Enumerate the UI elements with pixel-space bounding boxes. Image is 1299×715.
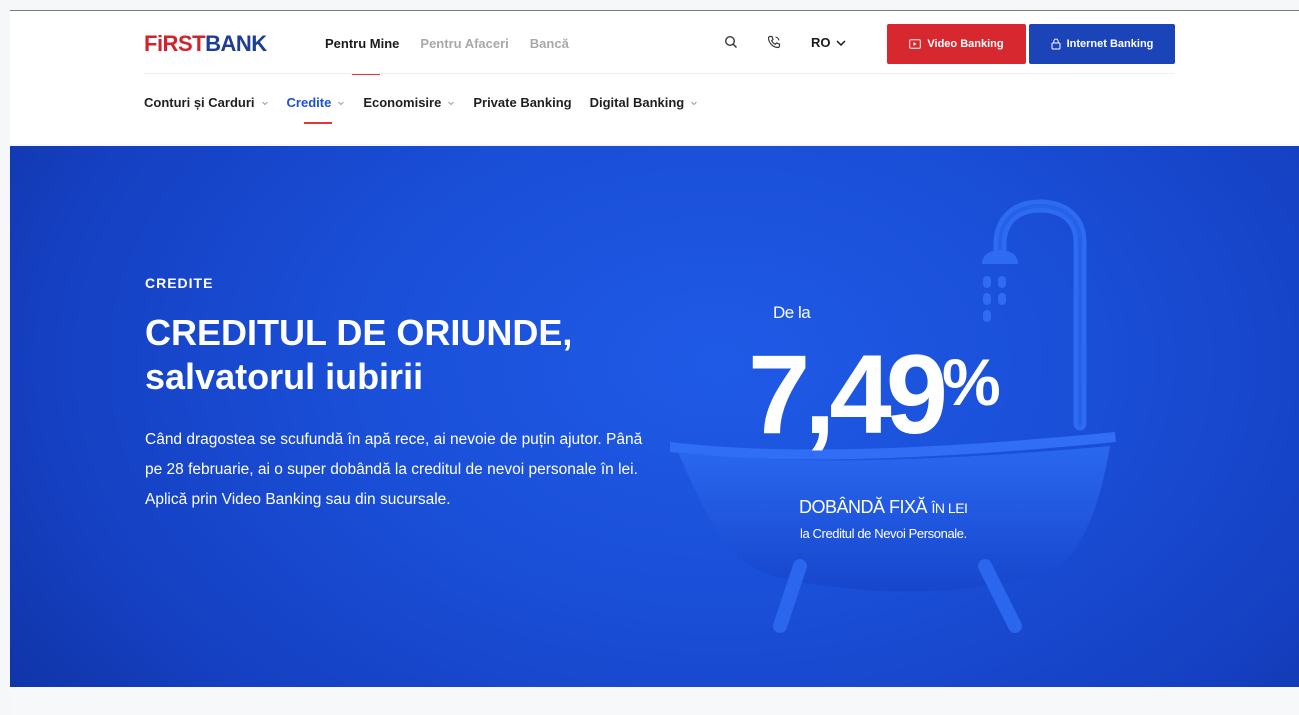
main-nav-pentru-afaceri[interactable]: Pentru Afaceri	[420, 35, 508, 53]
sub-nav: Conturi și Carduri Credite Economisire P…	[144, 94, 699, 124]
video-icon	[909, 39, 922, 49]
main-nav: Pentru Mine Pentru Afaceri Bancă	[325, 35, 569, 75]
sub-nav-label: Economisire	[363, 95, 442, 110]
hero-title-line2: salvatorul iubirii	[145, 356, 424, 397]
logo-first: FiRST	[144, 31, 206, 56]
promo-fixed-subtitle: la Creditul de Nevoi Personale.	[800, 526, 967, 541]
lock-icon	[1051, 38, 1061, 50]
promo-fixed-big: DOBÂNDĂ FIXĂ	[799, 497, 928, 517]
promo-rate-value: 7,49	[748, 332, 948, 457]
language-label: RO	[811, 35, 831, 50]
hero-kicker: CREDITE	[145, 275, 214, 291]
phone-icon[interactable]	[766, 34, 782, 50]
promo-rate-percent: %	[941, 345, 1001, 419]
main-nav-pentru-mine[interactable]: Pentru Mine	[325, 35, 399, 75]
logo-bank: BANK	[205, 31, 267, 56]
chevron-down-icon	[338, 101, 345, 106]
sub-nav-conturi-carduri[interactable]: Conturi și Carduri	[144, 94, 269, 112]
video-banking-button[interactable]: Video Banking	[887, 24, 1026, 64]
page-bottom-strip	[10, 689, 1299, 715]
internet-banking-button[interactable]: Internet Banking	[1029, 24, 1175, 64]
chevron-down-icon	[691, 101, 698, 106]
firstbank-logo[interactable]: FiRSTBANK	[144, 30, 267, 58]
main-nav-banca[interactable]: Bancă	[530, 35, 569, 53]
sub-nav-label: Conturi și Carduri	[144, 95, 255, 110]
internet-banking-label: Internet Banking	[1066, 38, 1154, 50]
hero-title: CREDITUL DE ORIUNDE, salvatorul iubirii	[145, 311, 665, 399]
hero-title-line1: CREDITUL DE ORIUNDE,	[145, 312, 573, 353]
promo-rate: 7,49%	[748, 312, 1001, 465]
sub-nav-economisire[interactable]: Economisire	[363, 94, 455, 112]
search-icon[interactable]	[724, 35, 738, 49]
promo-fixed-small: ÎN LEI	[931, 500, 968, 516]
hero-description: Când dragostea se scufundă în apă rece, …	[145, 431, 643, 508]
sub-nav-label: Private Banking	[473, 95, 572, 110]
bathtub-illustration	[670, 199, 1116, 633]
site-header: FiRSTBANK Pentru Mine Pentru Afaceri Ban…	[10, 11, 1299, 144]
chevron-down-icon	[835, 39, 846, 46]
promo-fixed-label: DOBÂNDĂ FIXĂ ÎN LEI	[799, 497, 968, 518]
chevron-down-icon	[261, 101, 268, 106]
sub-nav-credite[interactable]: Credite	[286, 94, 346, 124]
sub-nav-private-banking[interactable]: Private Banking	[473, 94, 571, 112]
header-divider	[144, 73, 1174, 74]
video-banking-label: Video Banking	[927, 38, 1004, 50]
language-selector[interactable]: RO	[811, 35, 846, 50]
sub-nav-digital-banking[interactable]: Digital Banking	[590, 94, 699, 112]
sub-nav-label: Digital Banking	[589, 95, 685, 110]
chevron-down-icon	[448, 101, 455, 106]
sub-nav-label: Credite	[286, 95, 332, 110]
hero-banner[interactable]: CREDITE CREDITUL DE ORIUNDE, salvatorul …	[10, 146, 1299, 687]
